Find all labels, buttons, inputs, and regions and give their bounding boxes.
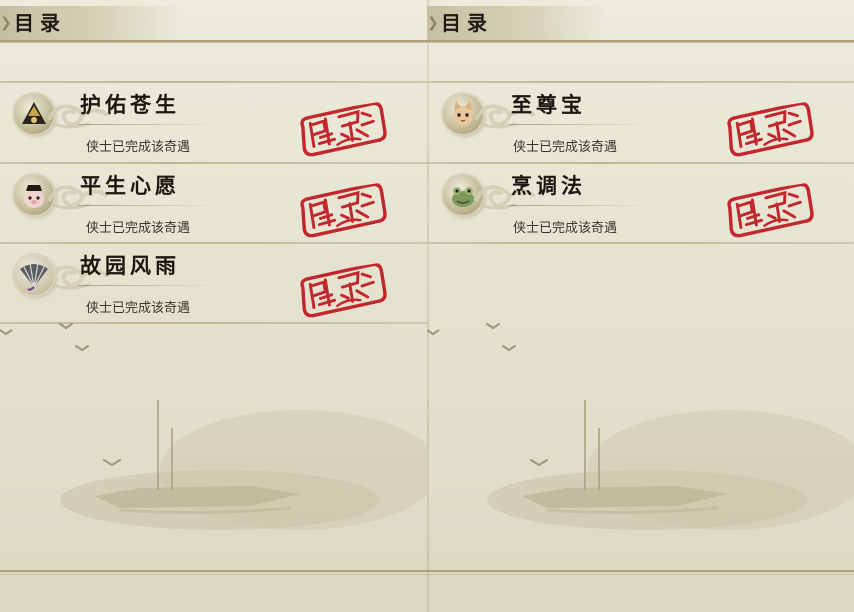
adventure-entry[interactable]: 烹调法 侠士已完成该奇遇: [427, 163, 854, 243]
entry-title: 至尊宝: [511, 92, 586, 117]
title-underline: [509, 205, 649, 206]
header-arrow-icon: ❯: [0, 15, 12, 31]
completed-stamp-icon: [724, 182, 816, 239]
entry-status: 侠士已完成该奇遇: [86, 221, 191, 236]
header-rule: [0, 40, 427, 43]
footer-rule: [0, 570, 427, 575]
adventure-entry[interactable]: 护佑苍生 侠士已完成该奇遇: [0, 82, 427, 162]
adventure-entry[interactable]: 至尊宝 侠士已完成该奇遇: [427, 82, 854, 162]
title-underline: [78, 205, 218, 206]
catalog-title: 目录: [14, 11, 66, 35]
catalog-page-right: ❯ 目录 至尊宝 侠士已完成该奇遇 烹调法 侠士已完成该奇遇: [427, 0, 854, 612]
catalog-page-left: ❯ 目录 护佑苍生 侠士已完成该奇遇 平生心愿 侠士已完成该奇遇 故园风雨 侠士…: [0, 0, 427, 612]
entry-status: 侠士已完成该奇遇: [513, 221, 618, 236]
title-underline: [78, 124, 218, 125]
header-rule: [427, 40, 854, 43]
entry-status: 侠士已完成该奇遇: [513, 140, 618, 155]
catalog-header: ❯ 目录: [0, 6, 427, 43]
footer-rule: [427, 570, 854, 575]
entry-title: 平生心愿: [80, 173, 180, 198]
header-arrow-icon: ❯: [427, 15, 439, 31]
entry-title: 故园风雨: [80, 253, 180, 278]
adventure-entry[interactable]: 平生心愿 侠士已完成该奇遇: [0, 163, 427, 243]
completed-stamp-icon: [724, 101, 816, 158]
title-underline: [78, 285, 218, 286]
title-underline: [509, 124, 649, 125]
completed-stamp-icon: [297, 101, 389, 158]
ink-landscape-illustration: [0, 310, 427, 570]
ink-landscape-illustration: [427, 310, 854, 570]
catalog-title: 目录: [441, 11, 493, 35]
completed-stamp-icon: [297, 182, 389, 239]
entry-status: 侠士已完成该奇遇: [86, 140, 191, 155]
entry-title: 护佑苍生: [80, 92, 180, 117]
catalog-header: ❯ 目录: [427, 6, 854, 43]
row-divider: [427, 242, 854, 244]
entry-title: 烹调法: [511, 173, 586, 198]
